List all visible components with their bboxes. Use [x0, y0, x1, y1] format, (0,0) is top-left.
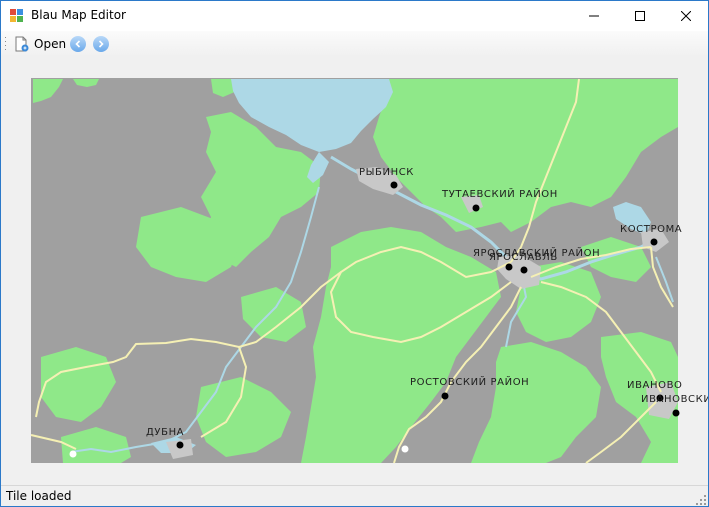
close-icon	[681, 11, 691, 21]
map-tile[interactable]: РЫБИНСК ТУТАЕВСКИЙ РАЙОН КОСТРОМА ЯРОСЛА…	[1, 57, 708, 484]
open-file-icon	[15, 36, 29, 52]
app-icon	[10, 9, 23, 22]
dubna-marker	[176, 441, 184, 449]
open-button[interactable]: Open	[11, 33, 69, 55]
town-marker-south	[401, 445, 409, 453]
map-view[interactable]: РЫБИНСК ТУТАЕВСКИЙ РАЙОН КОСТРОМА ЯРОСЛА…	[1, 57, 708, 484]
back-button[interactable]	[70, 36, 86, 52]
minimize-button[interactable]	[571, 1, 617, 31]
open-label: Open	[34, 37, 67, 51]
label-kostroma: КОСТРОМА	[620, 224, 682, 235]
window-title: Blau Map Editor	[31, 8, 126, 22]
minimize-icon	[589, 15, 599, 17]
rybinsk-marker	[390, 181, 398, 189]
resize-grip-icon[interactable]	[696, 495, 706, 505]
label-tutaevsky: ТУТАЕВСКИЙ РАЙОН	[441, 187, 558, 200]
close-button[interactable]	[663, 1, 708, 31]
kostroma-marker	[650, 238, 658, 246]
status-bar: Tile loaded	[1, 485, 708, 506]
label-rostovsky: РОСТОВСКИЙ РАЙОН	[410, 375, 529, 388]
label-ivanovo: ИВАНОВО	[627, 380, 683, 391]
status-text: Tile loaded	[6, 489, 72, 503]
title-bar[interactable]: Blau Map Editor	[1, 1, 708, 31]
town-marker-west	[69, 450, 77, 458]
yaroslavl-marker	[505, 263, 513, 271]
arrow-left-icon	[75, 40, 81, 48]
yaroslavsky-marker	[520, 266, 528, 274]
ivanovsky-marker	[672, 409, 680, 417]
label-yaroslavl: ЯРОСЛАВЛЬ	[489, 252, 558, 263]
toolbar-grip[interactable]	[4, 36, 7, 52]
arrow-right-icon	[98, 40, 104, 48]
label-rybinsk: РЫБИНСК	[359, 167, 414, 178]
tutaevsky-marker	[472, 204, 480, 212]
forward-button[interactable]	[93, 36, 109, 52]
app-window: Blau Map Editor Open РЫБИНСК ТУТАЕВСКИЙ …	[0, 0, 709, 507]
maximize-icon	[635, 11, 645, 21]
label-dubna: ДУБНА	[146, 427, 184, 438]
rostovsky-marker	[441, 392, 449, 400]
label-ivanovsky: ИВАНОВСКИЙ	[641, 392, 708, 405]
maximize-button[interactable]	[617, 1, 663, 31]
